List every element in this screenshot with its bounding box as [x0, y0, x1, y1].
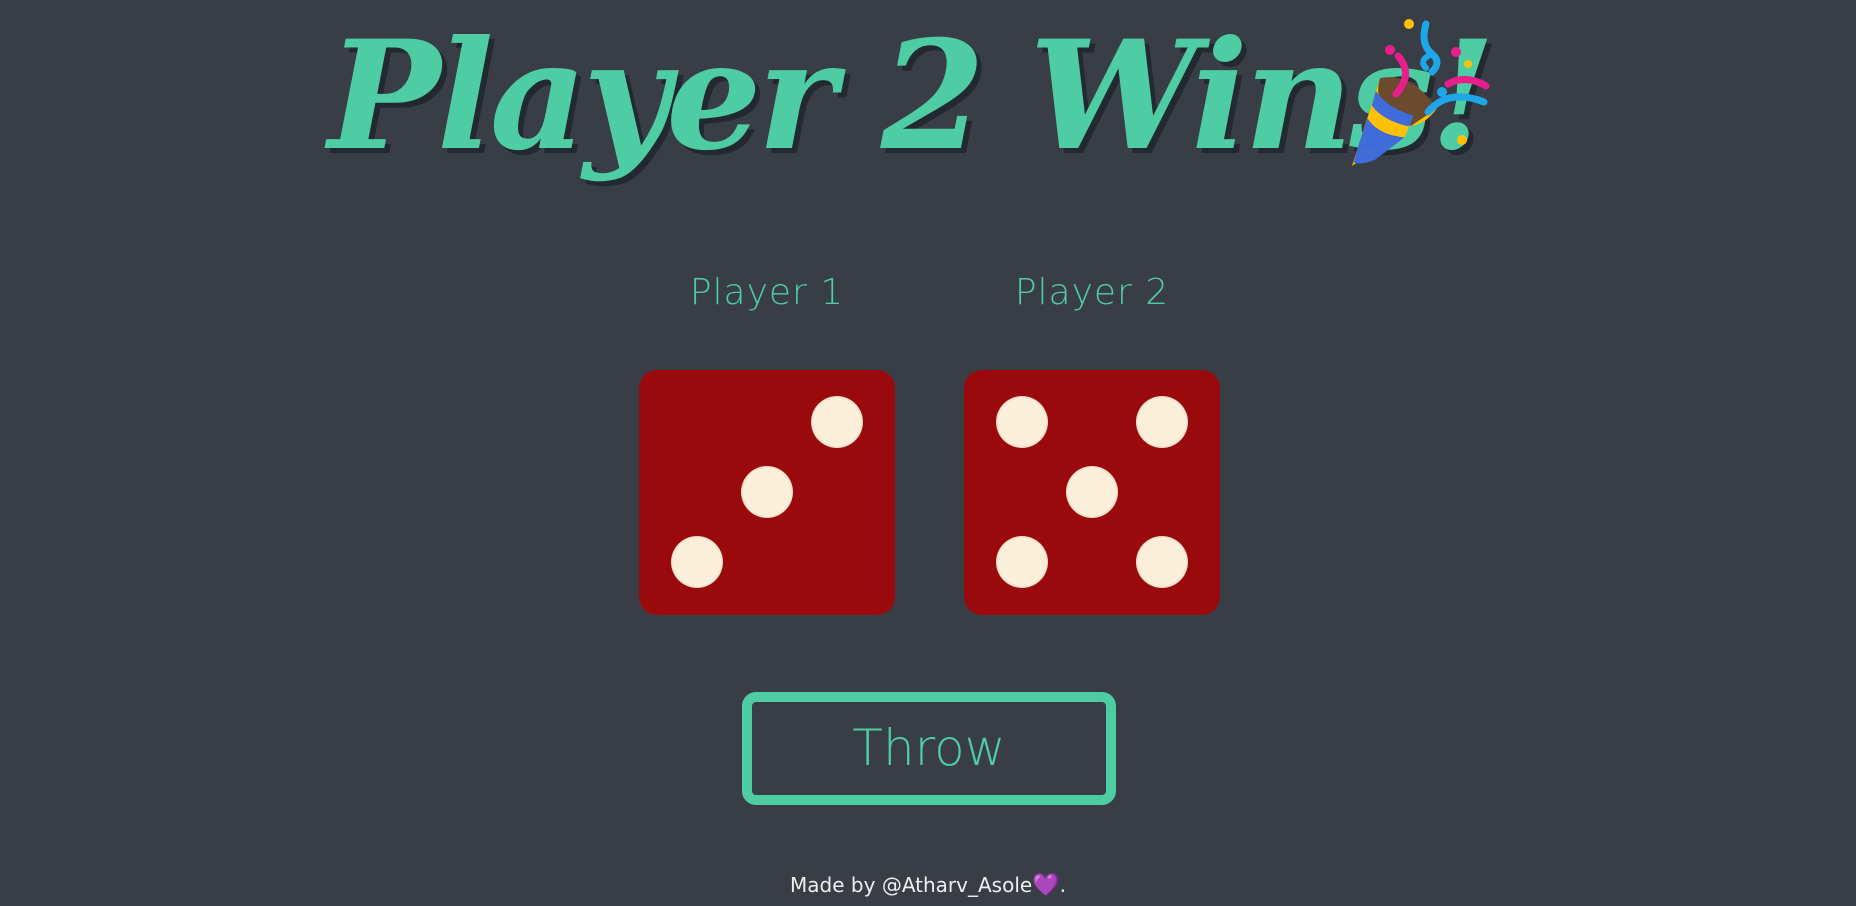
- die-pip: [996, 396, 1048, 448]
- die-pip: [1066, 466, 1118, 518]
- purple-heart-icon: 💜: [1032, 873, 1060, 898]
- die-pip: [1136, 536, 1188, 588]
- title-area: Player 2 Wins!: [0, 0, 1856, 200]
- die-pip: [671, 536, 723, 588]
- party-popper-icon: [1352, 19, 1490, 166]
- die-pip: [741, 466, 793, 518]
- footer-suffix: .: [1059, 873, 1066, 897]
- player-2-label: Player 2: [1014, 272, 1170, 313]
- die-pip: [1136, 396, 1188, 448]
- footer: Made by @Atharv_Asole💜.: [0, 870, 1856, 901]
- result-title: Player 2 Wins!: [328, 8, 1496, 184]
- footer-author: @Atharv_Asole: [881, 873, 1033, 897]
- player-1-label: Player 1: [689, 272, 845, 313]
- die-pip: [996, 536, 1048, 588]
- player-2-die: [964, 370, 1220, 615]
- footer-made-by: Made by: [790, 873, 876, 897]
- player-1-die: [639, 370, 895, 615]
- die-pip: [811, 396, 863, 448]
- throw-button[interactable]: Throw: [742, 692, 1116, 805]
